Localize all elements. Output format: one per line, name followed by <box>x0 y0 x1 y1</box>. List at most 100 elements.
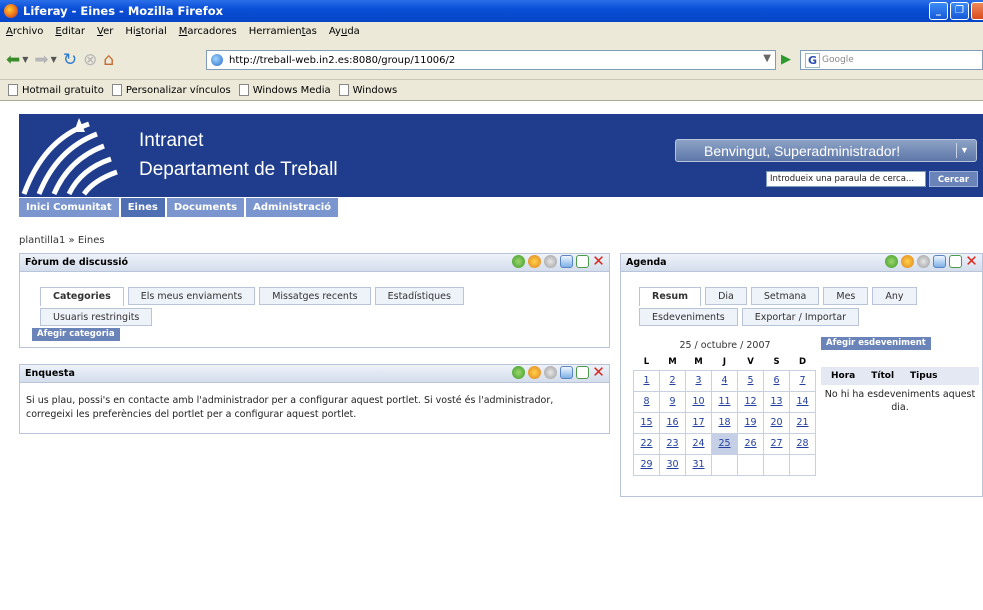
tab-missatges-recents[interactable]: Missatges recents <box>259 287 371 305</box>
bookmark-windows[interactable]: Windows <box>338 84 397 96</box>
calendar-day[interactable]: 2 <box>659 369 686 392</box>
calendar-day-link[interactable]: 2 <box>669 375 675 386</box>
calendar-day[interactable]: 10 <box>685 390 712 413</box>
calendar-day[interactable]: 16 <box>659 411 686 434</box>
calendar-day-link[interactable]: 7 <box>799 375 805 386</box>
back-arrow-icon[interactable]: ⬅ <box>6 50 20 70</box>
calendar-day[interactable]: 31 <box>685 453 712 476</box>
maximize-icon[interactable] <box>949 255 962 268</box>
close-icon[interactable]: ✕ <box>965 254 978 269</box>
back-dropdown-icon[interactable]: ▼ <box>22 55 28 64</box>
tab-estadistiques[interactable]: Estadístiques <box>374 287 464 305</box>
tab-categories[interactable]: Categories <box>40 287 124 306</box>
calendar-day-link[interactable]: 25 <box>718 438 730 449</box>
reload-icon[interactable]: ↻ <box>63 50 77 70</box>
refresh-icon[interactable] <box>512 366 525 379</box>
calendar-day-link[interactable]: 27 <box>770 438 782 449</box>
calendar-day-link[interactable]: 21 <box>796 417 808 428</box>
tab-mes[interactable]: Mes <box>823 287 869 305</box>
calendar-day[interactable]: 13 <box>763 390 790 413</box>
edit-icon[interactable] <box>933 255 946 268</box>
calendar-day-link[interactable]: 4 <box>721 375 727 386</box>
calendar-day[interactable]: 5 <box>737 369 764 392</box>
calendar-day-link[interactable]: 8 <box>643 396 649 407</box>
calendar-day[interactable]: 4 <box>711 369 738 392</box>
calendar-day-link[interactable]: 11 <box>718 396 730 407</box>
calendar-day-link[interactable]: 28 <box>796 438 808 449</box>
tab-eines[interactable]: Eines <box>120 198 165 217</box>
tab-exportar-importar[interactable]: Exportar / Importar <box>741 308 860 326</box>
close-icon[interactable]: ✕ <box>592 365 605 380</box>
look-and-feel-icon[interactable] <box>528 255 541 268</box>
configuration-icon[interactable] <box>544 366 557 379</box>
calendar-day[interactable]: 7 <box>789 369 816 392</box>
calendar-day-link[interactable]: 5 <box>747 375 753 386</box>
site-search-button[interactable]: Cercar <box>929 171 978 187</box>
close-window-button[interactable] <box>971 2 983 20</box>
configuration-icon[interactable] <box>544 255 557 268</box>
calendar-day-link[interactable]: 31 <box>692 459 704 470</box>
menu-item[interactable]: Archivo <box>0 26 49 37</box>
tab-setmana[interactable]: Setmana <box>750 287 820 305</box>
forward-dropdown-icon[interactable]: ▼ <box>51 55 57 64</box>
calendar-day[interactable]: 25 <box>711 432 738 455</box>
edit-icon[interactable] <box>560 255 573 268</box>
calendar-day-link[interactable]: 30 <box>666 459 678 470</box>
calendar-day[interactable]: 6 <box>763 369 790 392</box>
menu-item[interactable]: Ayuda <box>323 26 366 37</box>
calendar-day-link[interactable]: 22 <box>640 438 652 449</box>
tab-any[interactable]: Any <box>872 287 917 305</box>
calendar-day[interactable]: 23 <box>659 432 686 455</box>
menu-item[interactable]: Marcadores <box>173 26 243 37</box>
calendar-day[interactable]: 11 <box>711 390 738 413</box>
calendar-day[interactable]: 28 <box>789 432 816 455</box>
calendar-day[interactable]: 27 <box>763 432 790 455</box>
calendar-day-link[interactable]: 18 <box>718 417 730 428</box>
url-dropdown-icon[interactable]: ▼ <box>763 53 771 64</box>
menu-item[interactable]: Historial <box>119 26 172 37</box>
edit-icon[interactable] <box>560 366 573 379</box>
refresh-icon[interactable] <box>512 255 525 268</box>
calendar-day[interactable]: 3 <box>685 369 712 392</box>
calendar-day-link[interactable]: 26 <box>744 438 756 449</box>
calendar-day-link[interactable]: 12 <box>744 396 756 407</box>
calendar-day[interactable]: 29 <box>633 453 660 476</box>
welcome-menu[interactable]: Benvingut, Superadministrador! ▼ <box>675 139 977 162</box>
calendar-day-link[interactable]: 24 <box>692 438 704 449</box>
maximize-icon[interactable] <box>576 255 589 268</box>
forward-arrow-icon[interactable]: ➡ <box>34 50 48 70</box>
tab-dia[interactable]: Dia <box>705 287 747 305</box>
calendar-day-link[interactable]: 23 <box>666 438 678 449</box>
calendar-day-link[interactable]: 20 <box>770 417 782 428</box>
google-icon[interactable]: G <box>805 52 821 68</box>
calendar-day-link[interactable]: 10 <box>692 396 704 407</box>
url-bar[interactable]: http://treball-web.in2.es:8080/group/110… <box>206 50 776 70</box>
calendar-day-link[interactable]: 6 <box>773 375 779 386</box>
tab-administracio[interactable]: Administració <box>246 198 339 217</box>
calendar-day-link[interactable]: 17 <box>692 417 704 428</box>
browser-search-field[interactable]: G Google <box>800 50 983 70</box>
calendar-day-link[interactable]: 16 <box>666 417 678 428</box>
calendar-day-link[interactable]: 9 <box>669 396 675 407</box>
chevron-down-icon[interactable]: ▼ <box>956 143 972 158</box>
configuration-icon[interactable] <box>917 255 930 268</box>
breadcrumb[interactable]: plantilla1 » Eines <box>19 235 105 246</box>
calendar-day[interactable]: 17 <box>685 411 712 434</box>
add-event-button[interactable]: Afegir esdeveniment <box>821 337 931 350</box>
maximize-button[interactable]: ❐ <box>950 2 969 20</box>
calendar-day[interactable]: 15 <box>633 411 660 434</box>
calendar-day-link[interactable]: 13 <box>770 396 782 407</box>
calendar-day[interactable]: 22 <box>633 432 660 455</box>
calendar-day[interactable]: 26 <box>737 432 764 455</box>
minimize-button[interactable]: _ <box>929 2 948 20</box>
tab-inici-comunitat[interactable]: Inici Comunitat <box>19 198 119 217</box>
calendar-day[interactable]: 21 <box>789 411 816 434</box>
calendar-day[interactable]: 1 <box>633 369 660 392</box>
calendar-day[interactable]: 9 <box>659 390 686 413</box>
tab-documents[interactable]: Documents <box>166 198 245 217</box>
calendar-day[interactable]: 20 <box>763 411 790 434</box>
maximize-icon[interactable] <box>576 366 589 379</box>
calendar-day[interactable]: 14 <box>789 390 816 413</box>
calendar-day[interactable]: 30 <box>659 453 686 476</box>
tab-usuaris-restringits[interactable]: Usuaris restringits <box>40 308 153 326</box>
